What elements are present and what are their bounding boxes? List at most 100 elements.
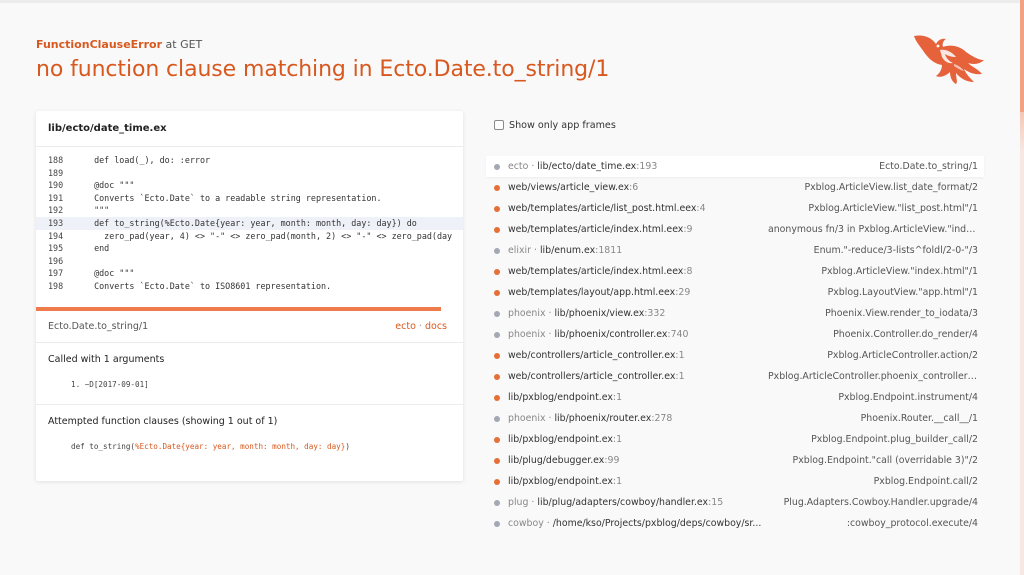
dependency-frame-dot-icon xyxy=(494,310,500,317)
frame-line-number: :8 xyxy=(683,266,693,277)
stack-frame[interactable]: web/views/article_view.ex:6 Pxblog.Articl… xyxy=(486,177,984,198)
frame-path: lib/enum.ex xyxy=(539,245,596,256)
frame-line-number: :740 xyxy=(667,329,689,340)
code-line: 195 end xyxy=(48,243,110,254)
stack-frame[interactable]: web/templates/layout/app.html.eex:29 Pxbl… xyxy=(486,282,984,303)
stack-frame[interactable]: elixir · lib/enum.ex:1811 Enum."-reduce/3… xyxy=(486,240,984,261)
frame-location: web/templates/layout/app.html.eex:29 xyxy=(508,287,690,298)
frame-path: /home/kso/Projects/pxblog/deps/cowboy/sr… xyxy=(552,518,762,529)
stack-frame[interactable]: phoenix · lib/phoenix/view.ex:332 Phoenix… xyxy=(486,303,984,324)
stack-frame[interactable]: web/templates/article/index.html.eex:8 Px… xyxy=(486,261,984,282)
app-frame-dot-icon xyxy=(494,373,500,380)
frame-location: lib/pxblog/endpoint.ex:1 xyxy=(508,434,622,445)
error-class: FunctionClauseError xyxy=(36,38,163,51)
frame-function: anonymous fn/3 in Pxblog.ArticleView."in… xyxy=(768,224,978,235)
stack-frame[interactable]: web/templates/article/index.html.eex:9 an… xyxy=(486,219,984,240)
separator: · xyxy=(418,321,422,332)
app-frame-dot-icon xyxy=(494,436,500,443)
frame-path: lib/phoenix/router.ex xyxy=(554,413,652,424)
frame-library: phoenix · xyxy=(508,308,555,319)
stack-frame[interactable]: lib/pxblog/endpoint.ex:1 Pxblog.Endpoint.… xyxy=(486,387,984,408)
app-frame-dot-icon xyxy=(494,268,500,275)
error-request: at GET xyxy=(165,38,203,51)
function-info: Ecto.Date.to_string/1 ecto · docs xyxy=(36,311,463,343)
frame-location: web/templates/article/index.html.eex:9 xyxy=(508,224,692,235)
frame-function: Pxblog.ArticleController.phoenix_control… xyxy=(768,371,978,382)
frame-location: web/controllers/article_controller.ex:1 xyxy=(508,350,685,361)
stack-frame[interactable]: lib/plug/debugger.ex:99 Pxblog.Endpoint."… xyxy=(486,450,984,471)
frame-path: web/templates/article/index.html.eex xyxy=(508,266,684,277)
frame-function: Enum."-reduce/3-lists^foldl/2-0-"/3 xyxy=(813,245,978,256)
stack-frame[interactable]: plug · lib/plug/adapters/cowboy/handler.… xyxy=(486,492,984,513)
function-clauses-section: Attempted function clauses (showing 1 ou… xyxy=(36,405,463,451)
frame-line-number: :1 xyxy=(675,350,685,361)
stack-frame[interactable]: phoenix · lib/phoenix/router.ex:278 Phoen… xyxy=(486,408,984,429)
frame-function: Phoenix.View.render_to_iodata/3 xyxy=(825,308,978,319)
code-snippet: 188 def load(_), do: :error 189 190 @doc… xyxy=(36,147,463,307)
app-frame-dot-icon xyxy=(494,184,500,191)
error-message: no function clause matching in Ecto.Date… xyxy=(36,57,610,82)
frame-location: web/templates/article/list_post.html.eex… xyxy=(508,203,706,214)
stack-frame[interactable]: lib/pxblog/endpoint.ex:1 Pxblog.Endpoint.… xyxy=(486,471,984,492)
frame-path: lib/ecto/date_time.ex xyxy=(537,161,637,172)
called-with-section: Called with 1 arguments 1. ~D[2017-09-01… xyxy=(36,343,463,405)
frame-function: Pxblog.ArticleView."list_post.html"/1 xyxy=(808,203,978,214)
dependency-frame-dot-icon xyxy=(494,331,500,338)
frame-line-number: :1811 xyxy=(595,245,623,256)
function-clause: def to_string(%Ecto.Date{year: year, mon… xyxy=(71,442,350,451)
frame-function: Plug.Adapters.Cowboy.Handler.upgrade/4 xyxy=(783,497,978,508)
frame-line-number: :6 xyxy=(629,182,639,193)
frame-location: ecto · lib/ecto/date_time.ex:193 xyxy=(508,161,657,172)
clauses-title: Attempted function clauses (showing 1 ou… xyxy=(48,416,278,427)
code-line: 198 Converts `Ecto.Date` to ISO8601 repr… xyxy=(48,280,332,291)
top-edge xyxy=(0,0,1024,3)
frame-path: web/views/article_view.ex xyxy=(508,182,630,193)
code-line: 189 xyxy=(48,167,64,178)
dependency-frame-dot-icon xyxy=(494,163,500,170)
app-frame-dot-icon xyxy=(494,457,500,464)
app-frame-dot-icon xyxy=(494,394,500,401)
frame-line-number: :1 xyxy=(612,392,623,403)
frame-library: elixir · xyxy=(508,245,540,256)
app-name: ecto xyxy=(395,321,416,332)
stack-frame[interactable]: cowboy · /home/kso/Projects/pxblog/deps/… xyxy=(486,513,984,534)
frame-library: plug · xyxy=(508,497,538,508)
frame-library: phoenix · xyxy=(508,413,555,424)
code-line: 191 Converts `Ecto.Date` to a readable s… xyxy=(48,192,382,203)
app-frame-dot-icon xyxy=(494,352,500,359)
frame-location: web/templates/article/index.html.eex:8 xyxy=(508,266,692,277)
app-frames-toggle[interactable]: Show only app frames xyxy=(486,117,984,133)
stack-frame[interactable]: web/controllers/article_controller.ex:1 P… xyxy=(486,366,984,387)
error-header: FunctionClauseError at GET no function c… xyxy=(36,38,656,85)
function-name: Ecto.Date.to_string/1 xyxy=(48,321,149,332)
scrollbar-fade xyxy=(1020,112,1024,152)
frame-line-number: :4 xyxy=(696,203,706,214)
frame-location: lib/pxblog/endpoint.ex:1 xyxy=(508,476,622,487)
stack-frame[interactable]: lib/pxblog/endpoint.ex:1 Pxblog.Endpoint.… xyxy=(486,429,984,450)
error-summary: FunctionClauseError at GET xyxy=(36,38,656,52)
stack-frame[interactable]: phoenix · lib/phoenix/controller.ex:740 P… xyxy=(486,324,984,345)
frame-library: ecto · xyxy=(508,161,538,172)
frame-function: Pxblog.Endpoint.instrument/4 xyxy=(838,392,978,403)
code-line: 196 xyxy=(48,255,64,266)
app-frame-dot-icon xyxy=(494,226,500,233)
frame-path: lib/phoenix/controller.ex xyxy=(554,329,668,340)
app-frames-label: Show only app frames xyxy=(509,119,616,131)
frame-path: web/controllers/article_controller.ex xyxy=(508,350,676,361)
code-panel: lib/ecto/date_time.ex 188 def load(_), d… xyxy=(36,111,463,481)
stack-frame[interactable]: web/controllers/article_controller.ex:1 P… xyxy=(486,345,984,366)
frame-function: Phoenix.Router.__call__/1 xyxy=(860,413,978,424)
frame-path: web/templates/layout/app.html.eex xyxy=(508,287,676,298)
frame-location: elixir · lib/enum.ex:1811 xyxy=(508,245,622,256)
scrollbar-thumb[interactable] xyxy=(1020,0,1024,112)
frame-location: lib/pxblog/endpoint.ex:1 xyxy=(508,392,622,403)
dependency-frame-dot-icon xyxy=(494,520,500,527)
code-line-highlighted: 193 def to_string(%Ecto.Date{year: year,… xyxy=(36,216,463,230)
code-line: 188 def load(_), do: :error xyxy=(48,155,211,165)
stack-frame[interactable]: web/templates/article/list_post.html.eex… xyxy=(486,198,984,219)
docs-link[interactable]: docs xyxy=(425,321,447,332)
code-line: 194 zero_pad(year, 4) <> "-" <> zero_pad… xyxy=(48,230,453,241)
called-with-title: Called with 1 arguments xyxy=(48,354,165,365)
stack-frame[interactable]: ecto · lib/ecto/date_time.ex:193 Ecto.Dat… xyxy=(486,156,984,177)
app-frames-checkbox[interactable] xyxy=(494,120,504,130)
